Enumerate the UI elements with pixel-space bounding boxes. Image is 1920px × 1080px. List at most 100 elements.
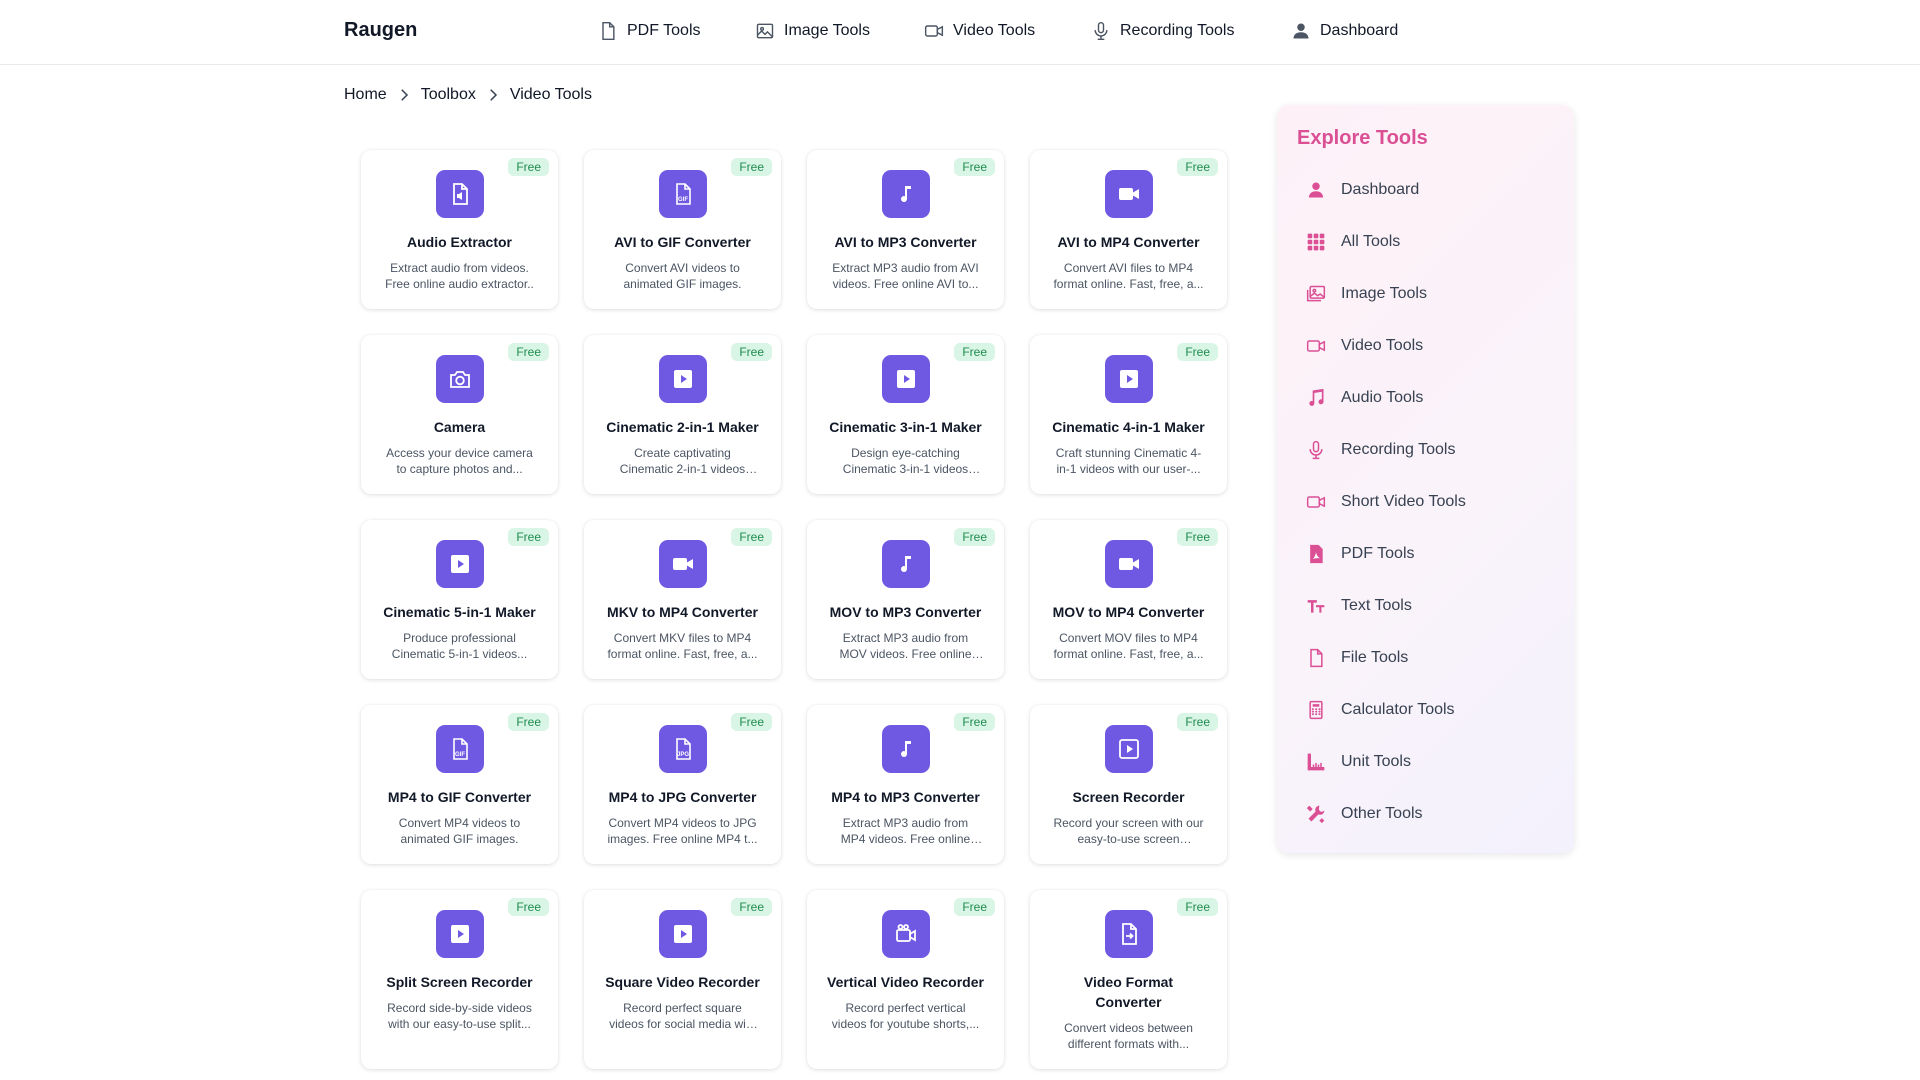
- ruler-icon: [1307, 753, 1325, 771]
- tool-title: Screen Recorder: [1072, 789, 1185, 805]
- tool-card-split-screen-recorder[interactable]: Free Split Screen Recorder Record side-b…: [361, 890, 558, 1069]
- explore-item-label: File Tools: [1341, 649, 1409, 666]
- tool-description: Extract audio from videos. Free online a…: [385, 261, 534, 291]
- tool-description: Convert MP4 videos to animated GIF image…: [398, 816, 521, 846]
- tool-icon-tile: [881, 540, 930, 588]
- tool-card-mp4-to-gif[interactable]: Free GIF MP4 to GIF Converter Convert MP…: [361, 705, 558, 864]
- free-badge: Free: [954, 528, 995, 546]
- tool-card-video-format-converter[interactable]: Free Video Format Converter Convert vide…: [1030, 890, 1227, 1069]
- explore-item-label: Calculator Tools: [1341, 701, 1455, 718]
- tool-card-avi-to-mp4[interactable]: Free AVI to MP4 Converter Convert AVI fi…: [1030, 150, 1227, 309]
- tool-icon-tile: [658, 355, 707, 403]
- explore-item-short-video-tools[interactable]: Short Video Tools: [1297, 476, 1574, 528]
- tool-card-vertical-video-recorder[interactable]: Free Vertical Video Recorder Record perf…: [807, 890, 1004, 1069]
- tool-card-mp4-to-mp3[interactable]: Free MP4 to MP3 Converter Extract MP3 au…: [807, 705, 1004, 864]
- tool-description: Extract MP3 audio from AVI videos. Free …: [832, 261, 979, 291]
- screen-record-icon: [1118, 739, 1139, 759]
- explore-item-label: Text Tools: [1341, 597, 1412, 614]
- tool-title: Cinematic 2-in-1 Maker: [606, 419, 759, 435]
- explore-item-dashboard[interactable]: Dashboard: [1297, 164, 1574, 216]
- tool-card-cinematic-2in1[interactable]: Free Cinematic 2-in-1 Maker Create capti…: [584, 335, 781, 494]
- explore-item-other-tools[interactable]: Other Tools: [1297, 788, 1574, 840]
- explore-item-video-tools[interactable]: Video Tools: [1297, 320, 1574, 372]
- free-badge: Free: [508, 343, 549, 361]
- free-badge: Free: [508, 158, 549, 176]
- explore-item-file-tools[interactable]: File Tools: [1297, 632, 1574, 684]
- free-badge: Free: [954, 713, 995, 731]
- tool-description: Craft stunning Cinematic 4-in-1 videos w…: [1055, 446, 1202, 476]
- tool-card-camera[interactable]: Free Camera Access your device camera to…: [361, 335, 558, 494]
- calculator-icon: [1309, 700, 1323, 720]
- video-icon: [1306, 496, 1326, 508]
- music-note-icon: [900, 741, 911, 758]
- user-icon: [1308, 182, 1324, 198]
- explore-item-label: PDF Tools: [1341, 545, 1415, 562]
- tool-description: Record perfect vertical videos for youtu…: [831, 1001, 980, 1031]
- breadcrumb-home[interactable]: Home: [344, 86, 387, 104]
- tool-icon-tile: [658, 540, 707, 588]
- tool-icon-tile: [435, 540, 484, 588]
- tool-card-mov-to-mp4[interactable]: Free MOV to MP4 Converter Convert MOV fi…: [1030, 520, 1227, 679]
- explore-item-audio-tools[interactable]: Audio Tools: [1297, 372, 1574, 424]
- gif-file-icon: GIF: [452, 738, 468, 760]
- tool-description: Access your device camera to capture pho…: [386, 446, 533, 476]
- tool-description: Design eye-catching Cinematic 3-in-1 vid…: [842, 446, 969, 476]
- chevron-right-icon: [400, 89, 408, 101]
- tool-title: Audio Extractor: [406, 234, 512, 250]
- explore-item-calculator-tools[interactable]: Calculator Tools: [1297, 684, 1574, 736]
- svg-text:GIF: GIF: [455, 752, 465, 758]
- tool-icon-tile: [1104, 910, 1153, 958]
- free-badge: Free: [1177, 158, 1218, 176]
- explore-item-label: Unit Tools: [1341, 753, 1411, 770]
- brand-logo[interactable]: Raugen: [344, 19, 417, 42]
- tool-icon-tile: GIF: [435, 725, 484, 773]
- nav-recording-tools[interactable]: Recording Tools: [1091, 21, 1234, 41]
- tool-description: Extract MP3 audio from MP4 videos. Free …: [840, 816, 971, 846]
- microphone-icon: [1309, 440, 1323, 460]
- explore-item-image-tools[interactable]: Image Tools: [1297, 268, 1574, 320]
- tool-icon-tile: [435, 170, 484, 218]
- tool-description: Record perfect square videos for social …: [609, 1001, 756, 1031]
- tool-card-mp4-to-jpg[interactable]: Free JPG MP4 to JPG Converter Convert MP…: [584, 705, 781, 864]
- explore-item-recording-tools[interactable]: Recording Tools: [1297, 424, 1574, 476]
- tool-title: AVI to GIF Converter: [614, 234, 751, 250]
- tool-icon-tile: GIF: [658, 170, 707, 218]
- free-badge: Free: [731, 713, 772, 731]
- tool-card-screen-recorder[interactable]: Free Screen Recorder Record your screen …: [1030, 705, 1227, 864]
- tool-icon-tile: [1104, 355, 1153, 403]
- text-icon: [1307, 600, 1325, 613]
- tool-title: MKV to MP4 Converter: [607, 604, 758, 620]
- breadcrumb-toolbox[interactable]: Toolbox: [421, 86, 476, 104]
- explore-item-all-tools[interactable]: All Tools: [1297, 216, 1574, 268]
- tool-card-cinematic-3in1[interactable]: Free Cinematic 3-in-1 Maker Design eye-c…: [807, 335, 1004, 494]
- explore-item-text-tools[interactable]: Text Tools: [1297, 580, 1574, 632]
- nav-label: Video Tools: [953, 22, 1036, 39]
- music-note-icon: [900, 556, 911, 573]
- tool-title: Cinematic 3-in-1 Maker: [829, 419, 982, 435]
- tool-icon-tile: [881, 910, 930, 958]
- tool-card-square-video-recorder[interactable]: Free Square Video Recorder Record perfec…: [584, 890, 781, 1069]
- tool-card-mov-to-mp3[interactable]: Free MOV to MP3 Converter Extract MP3 au…: [807, 520, 1004, 679]
- nav-dashboard[interactable]: Dashboard: [1291, 21, 1398, 41]
- free-badge: Free: [731, 528, 772, 546]
- tool-card-mkv-to-mp4[interactable]: Free MKV to MP4 Converter Convert MKV fi…: [584, 520, 781, 679]
- tool-card-audio-extractor[interactable]: Free Audio Extractor Extract audio from …: [361, 150, 558, 309]
- nav-label: Recording Tools: [1120, 22, 1235, 39]
- music-note-icon: [900, 186, 911, 203]
- tool-description: Convert AVI videos to animated GIF image…: [623, 261, 742, 291]
- free-badge: Free: [954, 343, 995, 361]
- explore-item-pdf-tools[interactable]: PDF Tools: [1297, 528, 1574, 580]
- tool-card-avi-to-gif[interactable]: Free GIF AVI to GIF Converter Convert AV…: [584, 150, 781, 309]
- tool-grid: Free Audio Extractor Extract audio from …: [361, 150, 1227, 1069]
- nav-pdf-tools[interactable]: PDF Tools: [598, 21, 701, 41]
- explore-item-unit-tools[interactable]: Unit Tools: [1297, 736, 1574, 788]
- tool-icon-tile: [1104, 725, 1153, 773]
- tool-card-cinematic-4in1[interactable]: Free Cinematic 4-in-1 Maker Craft stunni…: [1030, 335, 1227, 494]
- tool-card-avi-to-mp3[interactable]: Free AVI to MP3 Converter Extract MP3 au…: [807, 150, 1004, 309]
- nav-video-tools[interactable]: Video Tools: [924, 21, 1035, 41]
- tool-description: Convert MKV files to MP4 format online. …: [607, 631, 758, 661]
- tool-description: Create captivating Cinematic 2-in-1 vide…: [619, 446, 746, 476]
- nav-image-tools[interactable]: Image Tools: [755, 21, 870, 41]
- tool-card-cinematic-5in1[interactable]: Free Cinematic 5-in-1 Maker Produce prof…: [361, 520, 558, 679]
- tool-title: Vertical Video Recorder: [827, 974, 984, 990]
